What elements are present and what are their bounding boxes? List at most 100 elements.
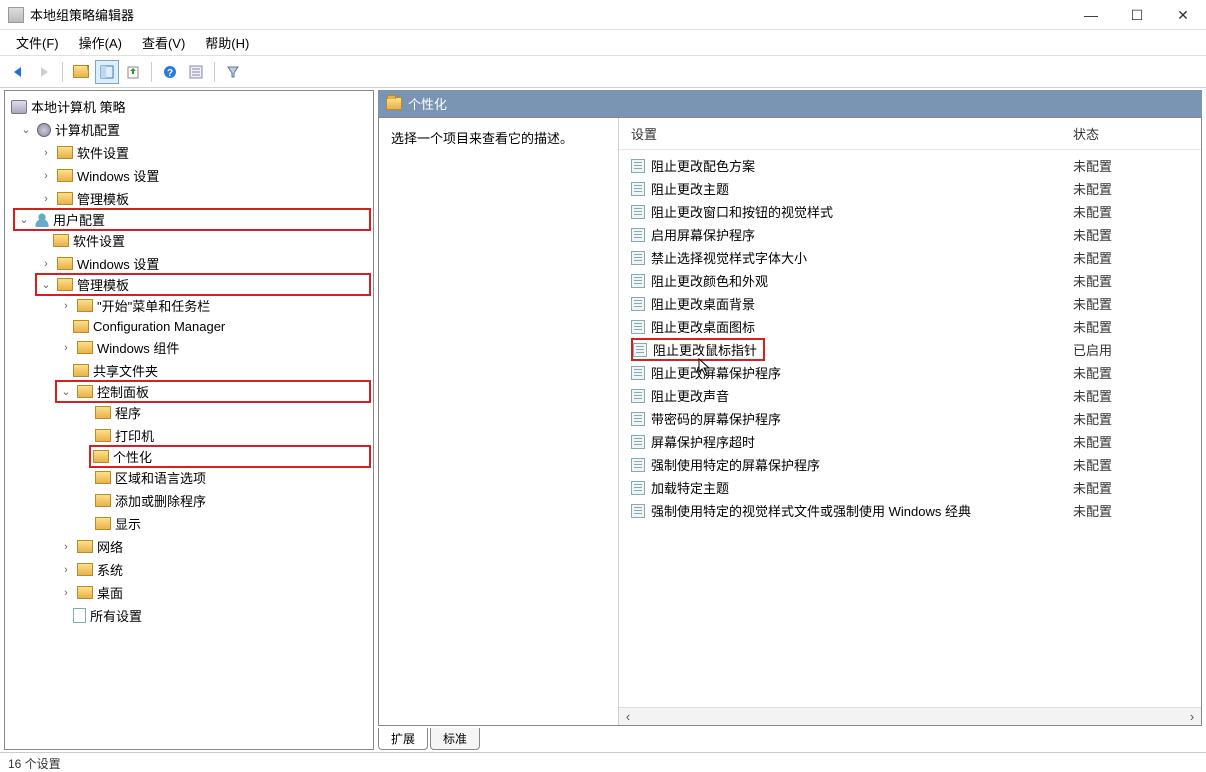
tree-printers[interactable]: 打印机 [11, 424, 371, 447]
setting-name: 阻止更改窗口和按钮的视觉样式 [651, 202, 833, 221]
up-button[interactable]: ↑ [69, 60, 93, 84]
tree-cc-windows[interactable]: › Windows 设置 [11, 164, 371, 187]
setting-row[interactable]: 加载特定主题未配置 [619, 476, 1201, 499]
policy-icon [631, 159, 645, 173]
expand-icon[interactable]: › [59, 587, 73, 599]
tree-cc-admin[interactable]: › 管理模板 [11, 187, 371, 210]
funnel-icon [226, 65, 240, 79]
setting-state: 未配置 [1073, 179, 1193, 198]
properties-button[interactable] [184, 60, 208, 84]
separator [214, 62, 215, 82]
setting-name: 阻止更改鼠标指针 [653, 340, 757, 359]
tree-panel[interactable]: 本地计算机 策略 ⌄ 计算机配置 › 软件设置 › Windows 设置 › [4, 90, 374, 750]
tree-uc-admin[interactable]: ⌄ 管理模板 [35, 273, 371, 296]
menu-action[interactable]: 操作(A) [69, 33, 132, 52]
filter-button[interactable] [221, 60, 245, 84]
expand-icon[interactable]: › [59, 342, 73, 354]
expand-icon[interactable]: › [59, 541, 73, 553]
tree-personalization[interactable]: 个性化 [89, 445, 371, 468]
setting-name: 加载特定主题 [651, 478, 729, 497]
setting-row[interactable]: 启用屏幕保护程序未配置 [619, 223, 1201, 246]
expand-icon[interactable]: › [39, 170, 53, 182]
setting-row[interactable]: 阻止更改配色方案未配置 [619, 154, 1201, 177]
tree-win-components[interactable]: › Windows 组件 [11, 336, 371, 359]
minimize-button[interactable]: — [1068, 0, 1114, 30]
folder-icon [57, 278, 73, 291]
tree-user-config[interactable]: ⌄ 用户配置 [13, 208, 371, 231]
collapse-icon[interactable]: ⌄ [39, 278, 53, 291]
setting-row[interactable]: 禁止选择视觉样式字体大小未配置 [619, 246, 1201, 269]
menu-file[interactable]: 文件(F) [6, 33, 69, 52]
setting-row[interactable]: 屏幕保护程序超时未配置 [619, 430, 1201, 453]
setting-state: 未配置 [1073, 409, 1193, 428]
collapse-icon[interactable]: ⌄ [19, 123, 33, 136]
setting-name: 阻止更改主题 [651, 179, 729, 198]
setting-row[interactable]: 阻止更改桌面图标未配置 [619, 315, 1201, 338]
menu-help[interactable]: 帮助(H) [195, 33, 259, 52]
collapse-icon[interactable]: ⌄ [59, 385, 73, 398]
setting-row[interactable]: 阻止更改屏幕保护程序未配置 [619, 361, 1201, 384]
policy-icon [631, 297, 645, 311]
close-button[interactable]: ✕ [1160, 0, 1206, 30]
expand-icon[interactable]: › [39, 147, 53, 159]
column-state[interactable]: 状态 [1073, 124, 1193, 143]
tree-system[interactable]: › 系统 [11, 558, 371, 581]
tree-add-remove[interactable]: 添加或删除程序 [11, 489, 371, 512]
setting-row[interactable]: 阻止更改声音未配置 [619, 384, 1201, 407]
setting-row[interactable]: 阻止更改鼠标指针 已启用 [619, 338, 1201, 361]
expand-icon[interactable]: › [59, 300, 73, 312]
setting-name: 启用屏幕保护程序 [651, 225, 755, 244]
tree-display[interactable]: 显示 [11, 512, 371, 535]
tree-cc-software[interactable]: › 软件设置 [11, 141, 371, 164]
setting-state: 未配置 [1073, 248, 1193, 267]
expand-icon[interactable]: › [39, 258, 53, 270]
expand-icon[interactable]: › [59, 564, 73, 576]
scroll-right-icon[interactable]: › [1183, 709, 1201, 724]
tree-computer-config[interactable]: ⌄ 计算机配置 [11, 118, 371, 141]
folder-icon [77, 540, 93, 553]
forward-button[interactable] [32, 60, 56, 84]
tree-uc-windows[interactable]: › Windows 设置 [11, 252, 371, 275]
tree-start-menu[interactable]: › "开始"菜单和任务栏 [11, 294, 371, 317]
setting-state: 已启用 [1073, 340, 1193, 359]
details-header: 个性化 [378, 90, 1202, 117]
tab-standard[interactable]: 标准 [430, 728, 480, 750]
maximize-button[interactable]: ☐ [1114, 0, 1160, 30]
tree-all-settings[interactable]: 所有设置 [11, 604, 371, 627]
tree-root[interactable]: 本地计算机 策略 [11, 95, 371, 118]
tab-extended[interactable]: 扩展 [378, 728, 428, 750]
collapse-icon[interactable]: ⌄ [17, 213, 31, 226]
setting-row[interactable]: 阻止更改主题 未配置 [619, 177, 1201, 200]
tree-config-mgr[interactable]: Configuration Manager [11, 317, 371, 336]
horizontal-scrollbar[interactable]: ‹ › [619, 707, 1201, 725]
folder-icon [73, 364, 89, 377]
tree-region-lang[interactable]: 区域和语言选项 [11, 466, 371, 489]
folder-icon [386, 97, 402, 110]
setting-row[interactable]: 阻止更改桌面背景未配置 [619, 292, 1201, 315]
tree-control-panel[interactable]: ⌄ 控制面板 [55, 380, 371, 403]
folder-icon [95, 406, 111, 419]
tree-uc-software[interactable]: 软件设置 [11, 229, 371, 252]
show-hide-tree-button[interactable] [95, 60, 119, 84]
export-button[interactable] [121, 60, 145, 84]
column-setting[interactable]: 设置 [627, 124, 1073, 143]
setting-row[interactable]: 强制使用特定的视觉样式文件或强制使用 Windows 经典未配置 [619, 499, 1201, 522]
tree-shared-folders[interactable]: 共享文件夹 [11, 359, 371, 382]
computer-icon [11, 100, 27, 114]
scroll-left-icon[interactable]: ‹ [619, 709, 637, 724]
folder-icon [77, 563, 93, 576]
back-button[interactable] [6, 60, 30, 84]
help-button[interactable]: ? [158, 60, 182, 84]
settings-list[interactable]: 阻止更改配色方案未配置阻止更改主题未配置阻止更改窗口和按钮的视觉样式未配置启用屏… [619, 150, 1201, 707]
panel-icon [100, 65, 114, 79]
menu-view[interactable]: 查看(V) [132, 33, 195, 52]
expand-icon[interactable]: › [39, 193, 53, 205]
tree-network[interactable]: › 网络 [11, 535, 371, 558]
settings-list-column: 设置 状态 阻止更改配色方案未配置阻止更改主题未配置阻止更改窗口和按钮的视觉样式… [619, 118, 1201, 725]
tree-programs[interactable]: 程序 [11, 401, 371, 424]
setting-row[interactable]: 阻止更改窗口和按钮的视觉样式未配置 [619, 200, 1201, 223]
setting-row[interactable]: 带密码的屏幕保护程序未配置 [619, 407, 1201, 430]
setting-row[interactable]: 强制使用特定的屏幕保护程序未配置 [619, 453, 1201, 476]
tree-desktop[interactable]: › 桌面 [11, 581, 371, 604]
setting-row[interactable]: 阻止更改颜色和外观未配置 [619, 269, 1201, 292]
